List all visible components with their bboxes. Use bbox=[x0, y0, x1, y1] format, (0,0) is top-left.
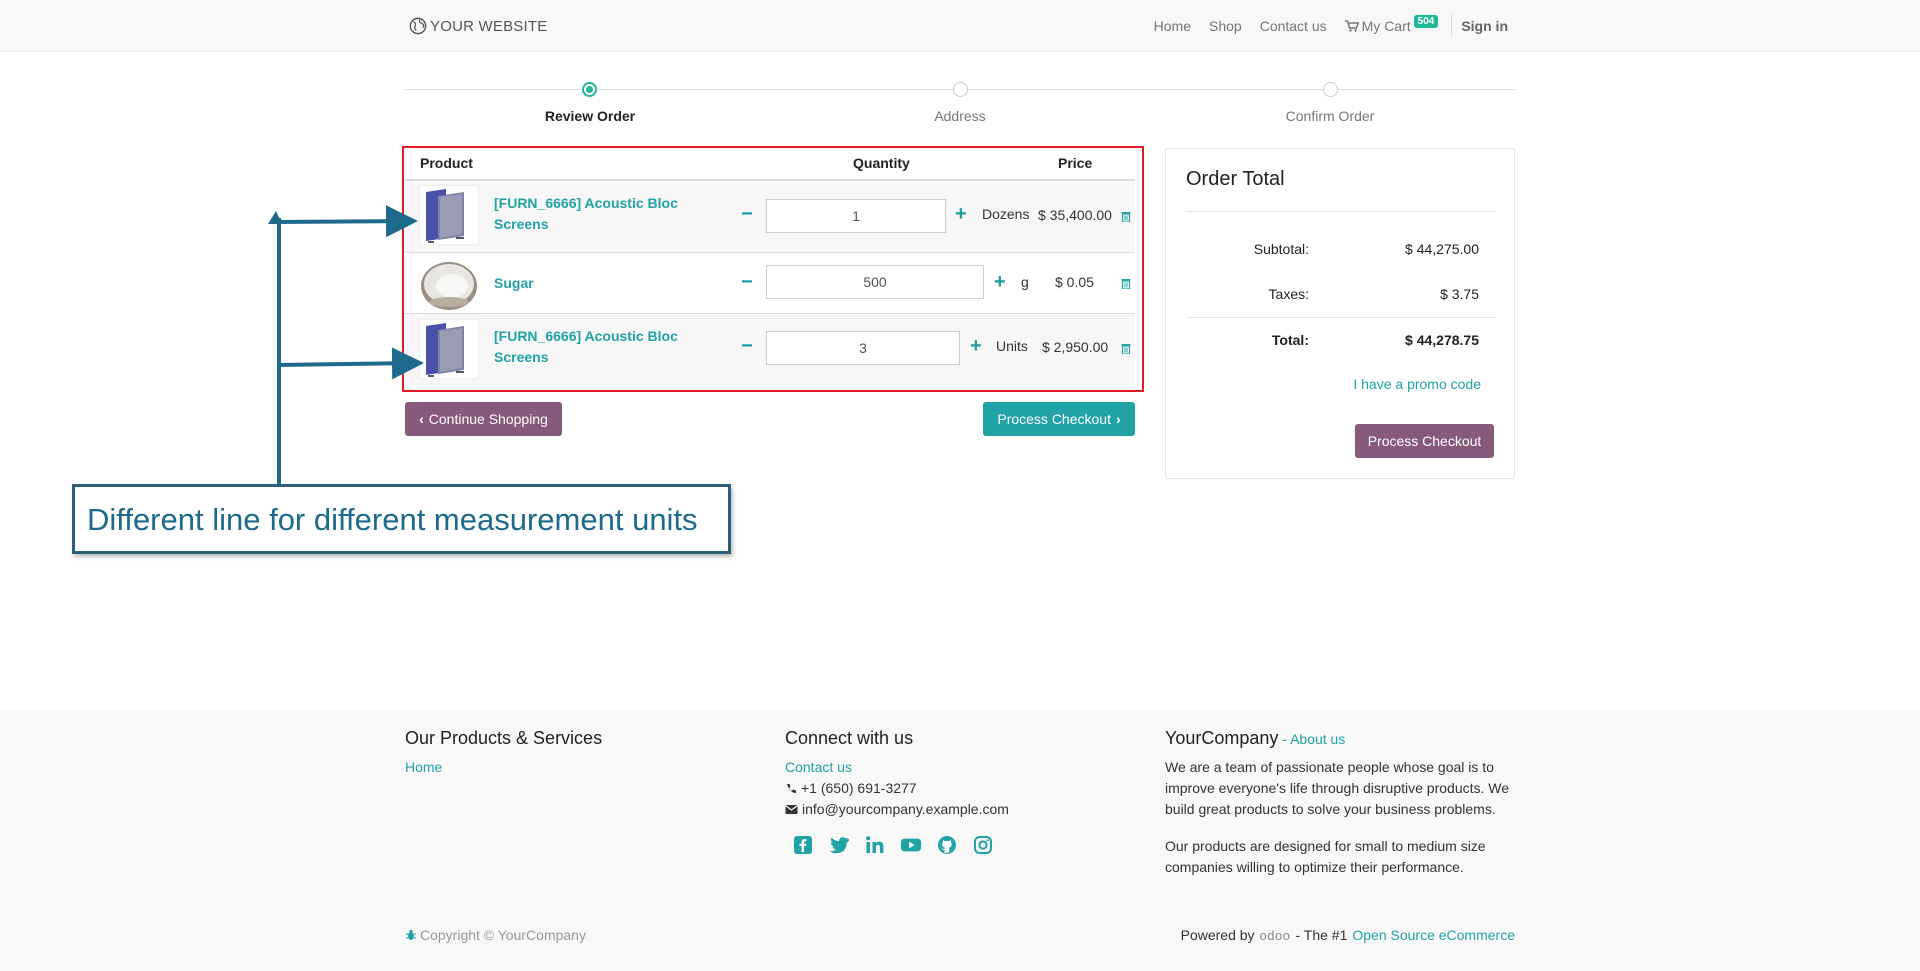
footer-about-title: YourCompany - About us bbox=[1165, 728, 1525, 749]
odoo-logo[interactable]: odoo bbox=[1260, 928, 1291, 943]
powered-by-mid: - The #1 bbox=[1295, 927, 1348, 943]
copyright-text: Copyright © YourCompany bbox=[420, 927, 586, 943]
top-navbar: YOUR WEBSITE Home Shop Contact us My Car… bbox=[0, 0, 1920, 52]
powered-by-text: Powered by bbox=[1180, 927, 1255, 943]
footer-powered-by: Powered by odoo - The #1 Open Source eCo… bbox=[1181, 927, 1515, 943]
nav-my-cart[interactable]: My Cart 504 bbox=[1336, 14, 1448, 34]
order-total-panel: Order Total Subtotal: $ 44,275.00 Taxes:… bbox=[1165, 148, 1515, 479]
globe-icon bbox=[409, 17, 427, 35]
process-checkout-button[interactable]: Process Checkout › bbox=[983, 402, 1135, 436]
facebook-icon[interactable] bbox=[792, 834, 814, 856]
nav-contact-us[interactable]: Contact us bbox=[1251, 18, 1336, 34]
envelope-icon bbox=[785, 805, 798, 814]
continue-shopping-label: Continue Shopping bbox=[428, 411, 548, 427]
total-divider bbox=[1186, 317, 1496, 318]
step-label-confirm-order[interactable]: Confirm Order bbox=[1220, 108, 1440, 124]
chevron-left-icon: ‹ bbox=[419, 411, 424, 427]
sign-in-link[interactable]: Sign in bbox=[1452, 18, 1508, 34]
site-logo-text: YOUR WEBSITE bbox=[430, 17, 548, 35]
footer-email: info@yourcompany.example.com bbox=[785, 799, 1009, 820]
footer: Our Products & Services Home Connect wit… bbox=[0, 710, 1920, 971]
footer-home-link[interactable]: Home bbox=[405, 757, 602, 778]
step-dot-confirm-order bbox=[1323, 82, 1338, 97]
footer-copyright: Copyright © YourCompany bbox=[405, 927, 586, 943]
continue-shopping-button[interactable]: ‹ Continue Shopping bbox=[405, 402, 562, 436]
footer-col-products: Our Products & Services Home bbox=[405, 728, 602, 778]
site-logo[interactable]: YOUR WEBSITE bbox=[409, 16, 547, 36]
subtotal-label: Subtotal: bbox=[1253, 241, 1309, 257]
promo-code-link[interactable]: I have a promo code bbox=[1353, 376, 1481, 392]
nav-shop[interactable]: Shop bbox=[1200, 18, 1251, 34]
social-icons bbox=[792, 834, 1009, 856]
footer-company-name: YourCompany bbox=[1165, 728, 1279, 748]
taxes-label: Taxes: bbox=[1268, 286, 1309, 302]
cart-icon bbox=[1344, 20, 1359, 32]
main-nav: Home Shop Contact us My Cart 504 Sign in bbox=[1145, 0, 1508, 52]
footer-email-text[interactable]: info@yourcompany.example.com bbox=[802, 799, 1009, 820]
order-total-title: Order Total bbox=[1186, 168, 1285, 190]
process-checkout-sidebar-button[interactable]: Process Checkout bbox=[1355, 424, 1494, 458]
step-dot-address bbox=[953, 82, 968, 97]
footer-about-us-link[interactable]: About us bbox=[1290, 731, 1345, 747]
footer-about-separator: - bbox=[1278, 731, 1291, 747]
footer-products-title: Our Products & Services bbox=[405, 728, 603, 748]
phone-icon bbox=[787, 783, 796, 793]
linkedin-icon[interactable] bbox=[864, 834, 886, 856]
footer-about-text-2: Our products are designed for small to m… bbox=[1165, 838, 1486, 875]
cart-label: My Cart bbox=[1361, 18, 1411, 34]
footer-connect-title: Connect with us bbox=[785, 728, 914, 748]
step-label-review-order[interactable]: Review Order bbox=[480, 108, 700, 124]
taxes-value: $ 3.75 bbox=[1440, 286, 1479, 302]
open-source-ecommerce-link[interactable]: Open Source eCommerce bbox=[1352, 927, 1515, 943]
process-checkout-label: Process Checkout bbox=[997, 411, 1111, 427]
bug-icon bbox=[406, 929, 416, 940]
github-icon[interactable] bbox=[936, 834, 958, 856]
subtotal-value: $ 44,275.00 bbox=[1405, 241, 1479, 257]
footer-about-text-1: We are a team of passionate people whose… bbox=[1165, 759, 1510, 817]
step-dot-review-order bbox=[582, 82, 597, 97]
twitter-icon[interactable] bbox=[828, 834, 850, 856]
step-label-address[interactable]: Address bbox=[850, 108, 1070, 124]
footer-contact-link[interactable]: Contact us bbox=[785, 757, 1009, 778]
footer-phone: +1 (650) 691-3277 bbox=[785, 778, 1009, 799]
instagram-icon[interactable] bbox=[972, 834, 994, 856]
chevron-right-icon: › bbox=[1115, 411, 1121, 427]
annotation-text: Different line for different measurement… bbox=[87, 502, 698, 537]
annotation-callout: Different line for different measurement… bbox=[72, 484, 731, 554]
youtube-icon[interactable] bbox=[900, 834, 922, 856]
total-value: $ 44,278.75 bbox=[1405, 332, 1479, 348]
footer-col-about: YourCompany - About us We are a team of … bbox=[1165, 728, 1525, 894]
total-label: Total: bbox=[1271, 332, 1309, 348]
footer-col-connect: Connect with us Contact us +1 (650) 691-… bbox=[785, 728, 1009, 856]
footer-phone-text: +1 (650) 691-3277 bbox=[801, 780, 917, 796]
cart-highlight-box bbox=[402, 146, 1144, 392]
order-total-divider bbox=[1186, 211, 1496, 212]
cart-count-badge: 504 bbox=[1413, 14, 1439, 28]
nav-home[interactable]: Home bbox=[1145, 18, 1200, 34]
